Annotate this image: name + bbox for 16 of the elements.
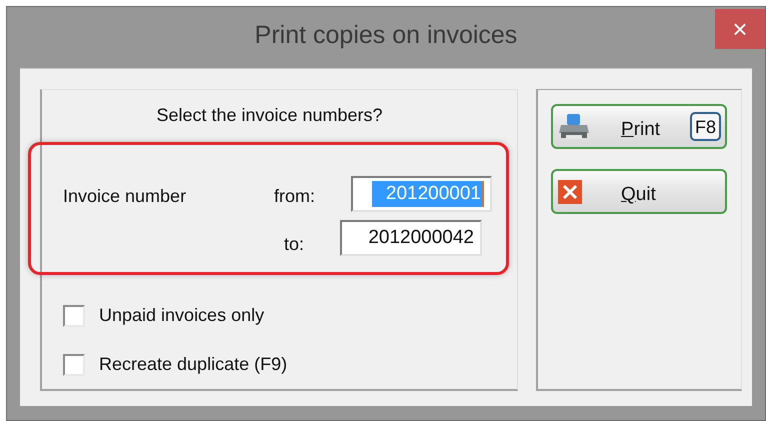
printer-icon [558, 112, 590, 140]
print-button[interactable]: Print F8 [551, 104, 727, 149]
checkbox[interactable] [63, 354, 85, 376]
shortcut-key: F8 [690, 112, 721, 141]
close-button[interactable]: × [715, 9, 765, 49]
close-icon [558, 180, 582, 204]
prompt-text: Select the invoice numbers? [156, 105, 383, 125]
checkbox-label: Recreate duplicate (F9) [99, 353, 288, 376]
field-label: Invoice number [63, 185, 186, 208]
window-title: Print copies on invoices [254, 20, 518, 51]
input-field[interactable]: 2012000042 [340, 220, 482, 256]
checkbox-label: Unpaid invoices only [99, 304, 264, 327]
field-label: from: [274, 185, 316, 208]
field-label: to: [284, 233, 304, 256]
quit-button[interactable]: Quit [551, 169, 727, 214]
checkbox[interactable] [63, 304, 85, 326]
